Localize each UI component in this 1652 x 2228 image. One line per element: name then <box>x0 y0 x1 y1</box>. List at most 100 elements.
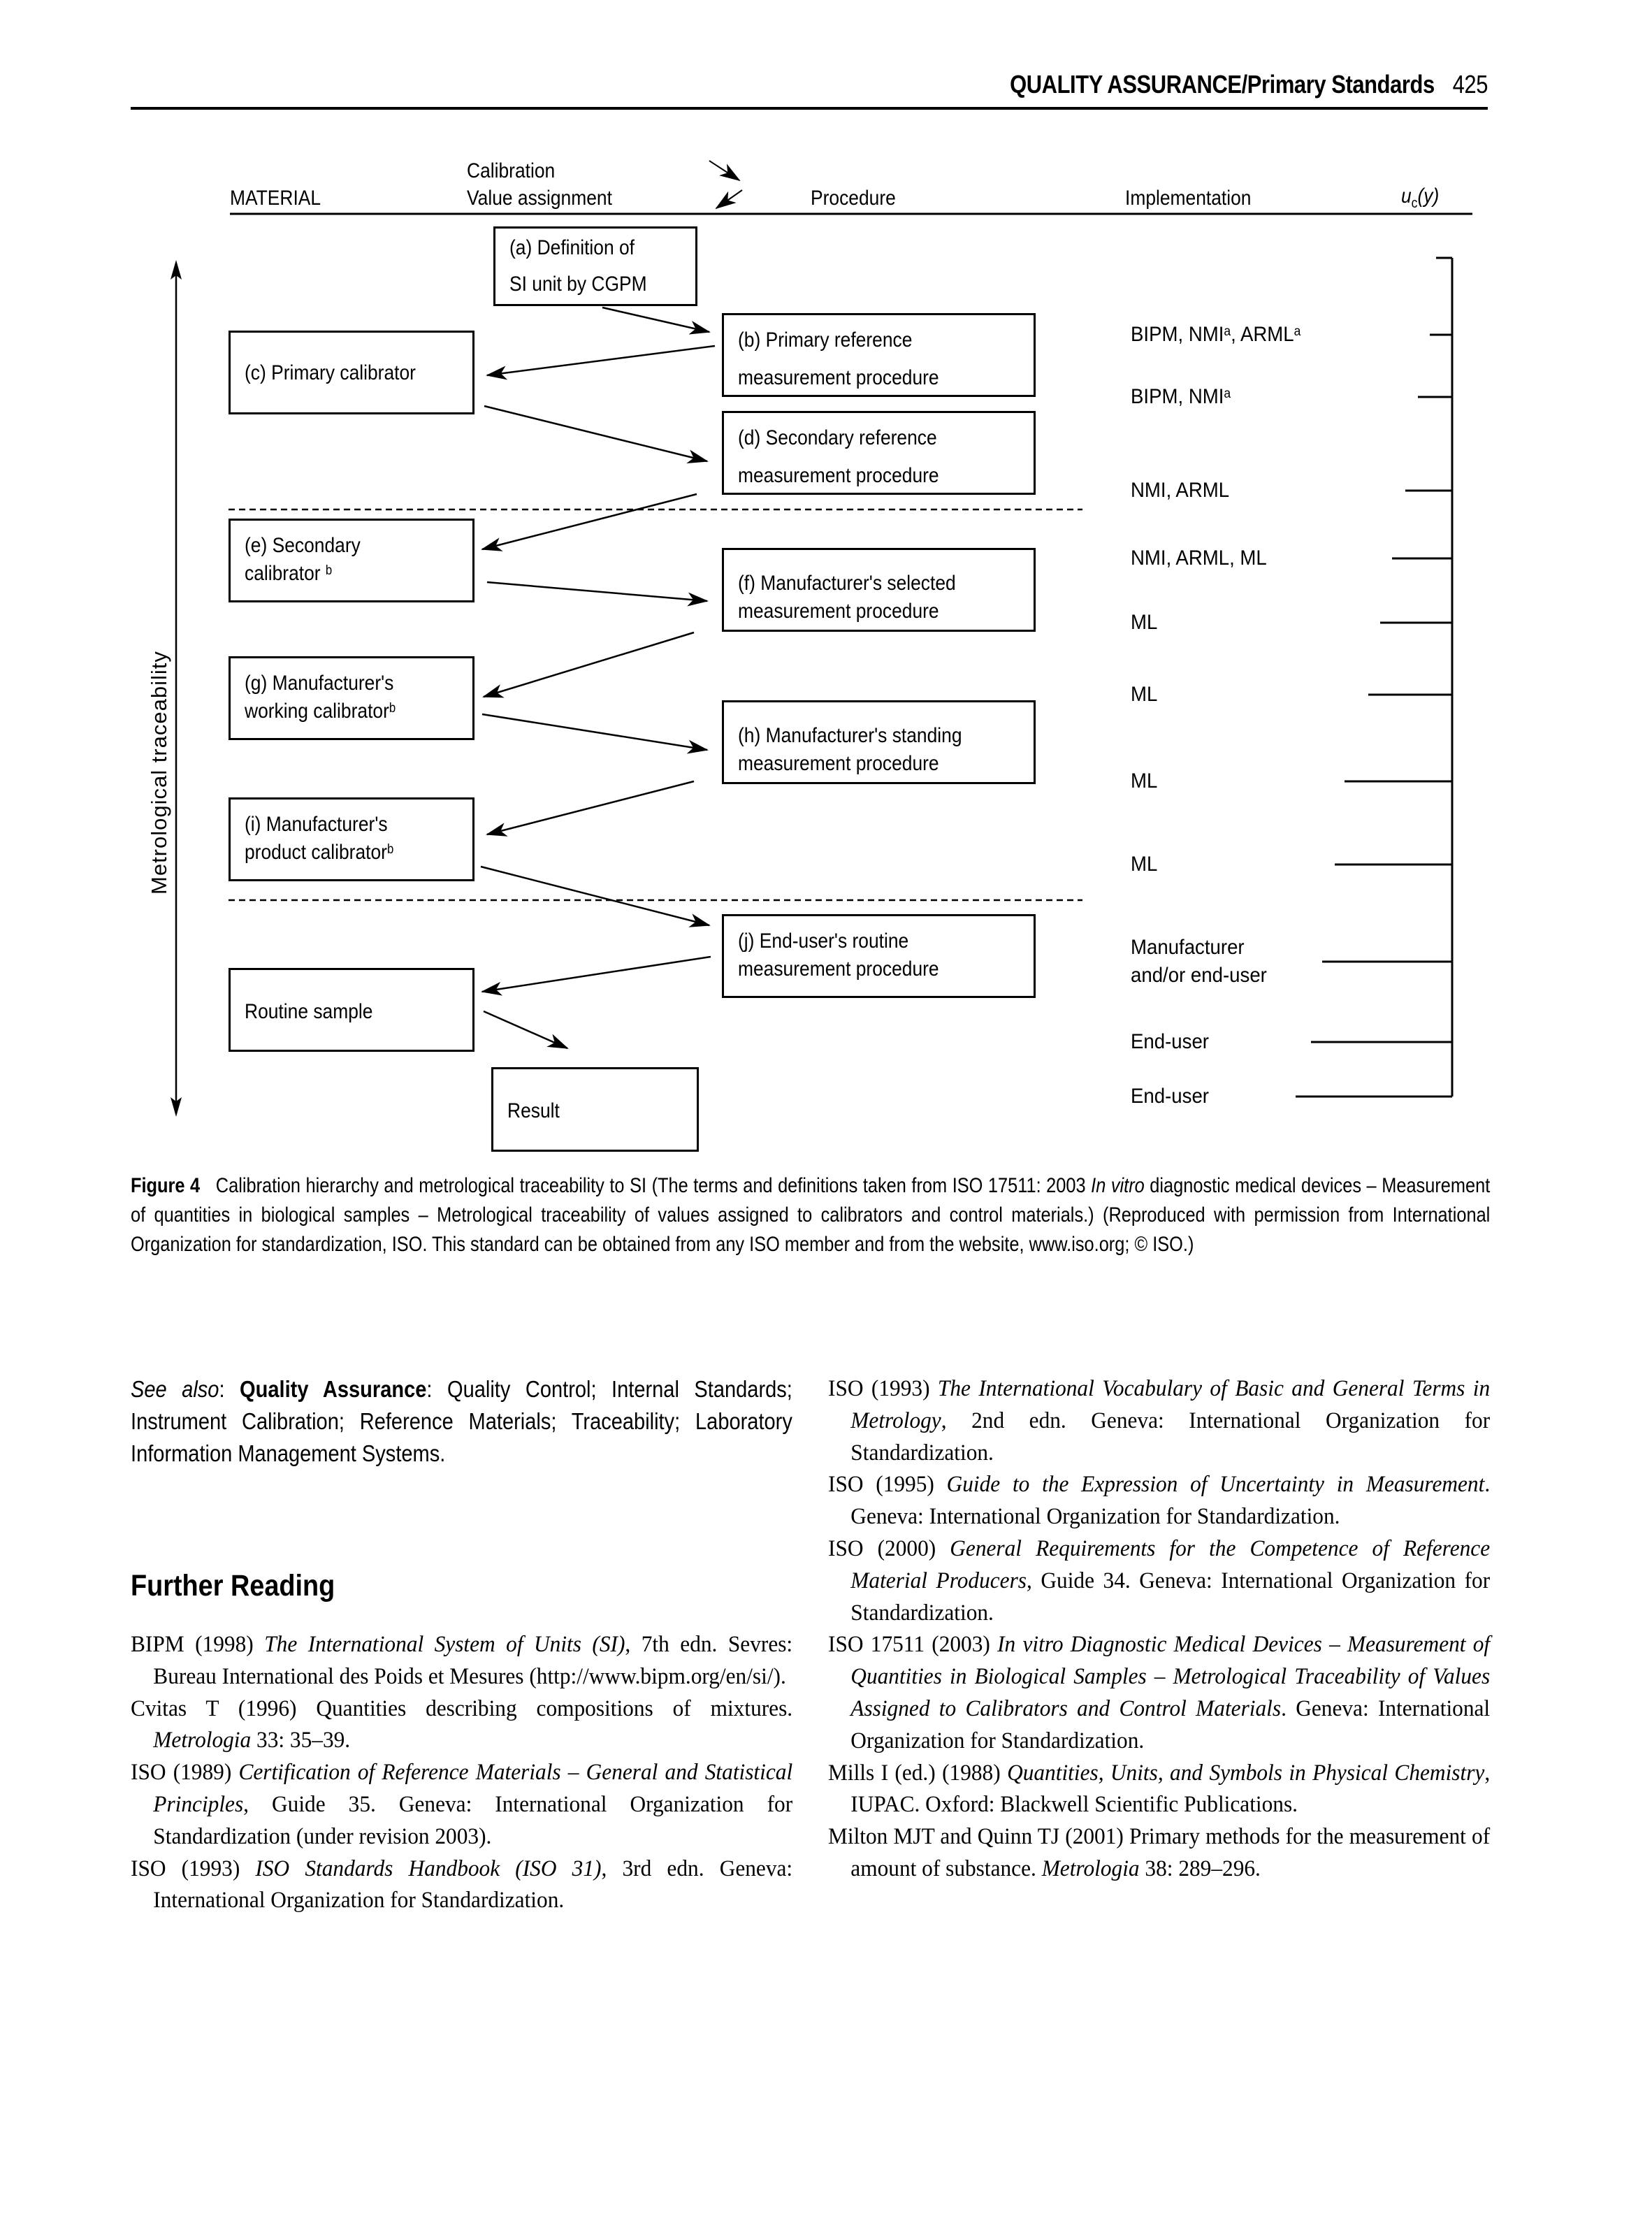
implementation-text: ML <box>1131 683 1158 706</box>
arrow-d-to-e <box>481 493 697 551</box>
arrow-b-to-c <box>486 345 716 380</box>
reference-details: , Guide 35. Geneva: International Organi… <box>153 1791 793 1849</box>
reference-authors: ISO 17511 (2003) <box>828 1632 998 1658</box>
header-arrow-down-left <box>715 189 743 210</box>
footnote-a: a <box>1294 324 1301 339</box>
reference-authors: ISO (1995) <box>828 1472 947 1498</box>
box-h-line2: measurement procedure <box>738 752 939 775</box>
col-header-uncertainty: uc(y) <box>1401 183 1439 217</box>
reference-entry: ISO (1995) Guide to the Expression of Un… <box>828 1469 1490 1533</box>
box-d-line1: (d) Secondary reference <box>738 426 937 449</box>
box-routine-line1: Routine sample <box>245 1000 373 1023</box>
implementation-entry: NMI, ARML <box>1131 471 1229 509</box>
reference-entry: Cvitas T (1996) Quantities describing co… <box>131 1693 792 1758</box>
box-i-line2-text: product calibrator <box>245 841 387 864</box>
reference-entry: ISO (2000) General Requirements for the … <box>828 1533 1490 1629</box>
box-j-line2: measurement procedure <box>738 957 939 981</box>
implementation-text: NMI, ARML, ML <box>1131 547 1267 570</box>
col-header-value-assignment: Value assignment <box>467 187 612 210</box>
footnote-a: a <box>1224 386 1231 401</box>
footnote-b: b <box>325 563 333 578</box>
see-also: See also: Quality Assurance: Quality Con… <box>131 1373 792 1469</box>
box-c-line1: (c) Primary calibrator <box>245 361 416 384</box>
box-h-standing-procedure: (h) Manufacturer's standing measurement … <box>722 700 1036 784</box>
col-header-material: MATERIAL <box>230 187 321 210</box>
box-b-line2: measurement procedure <box>738 366 939 389</box>
box-a-line2: SI unit by CGPM <box>509 273 647 296</box>
arrow-c-to-d <box>484 405 709 463</box>
col-header-procedure: Procedure <box>811 187 896 210</box>
uncertainty-subscript: c <box>1411 196 1418 211</box>
reference-authors: Cvitas T (1996) Quantities describing co… <box>131 1695 793 1721</box>
reference-entry: ISO 17511 (2003) In vitro Diagnostic Med… <box>828 1629 1490 1757</box>
reference-entry: BIPM (1998) The International System of … <box>131 1629 792 1693</box>
reference-authors: BIPM (1998) <box>131 1632 265 1657</box>
implementation-entry: ML <box>1131 762 1157 800</box>
implementation-text-line2: and/or end-user <box>1131 964 1267 987</box>
box-i-product-calibrator: (i) Manufacturer's product calibratorb <box>229 797 474 881</box>
implementation-text: End-user <box>1131 1085 1209 1108</box>
implementation-entry: ML <box>1131 845 1157 883</box>
arrow-routine-to-result <box>483 1010 569 1050</box>
caption-label: Figure 4 <box>131 1174 201 1197</box>
header-arrow-down-right <box>709 160 741 182</box>
see-also-prefix: See also <box>131 1376 219 1402</box>
box-e-line2: calibrator b <box>245 554 332 593</box>
implementation-entry: BIPM, NMIa, ARMLa <box>1131 315 1300 354</box>
box-b-line1: (b) Primary reference <box>738 328 913 352</box>
implementation-entry: ML <box>1131 675 1157 714</box>
reference-title: The International System of Units (SI) <box>264 1632 625 1657</box>
box-b-primary-reference-procedure: (b) Primary reference measurement proced… <box>722 313 1036 397</box>
caption-italic: In vitro <box>1091 1174 1145 1197</box>
further-reading-heading: Further Reading <box>131 1569 335 1603</box>
implementation-entry: Manufacturer and/or end-user <box>1131 934 1267 990</box>
uncertainty-arg: (y) <box>1417 185 1440 208</box>
see-also-colon: : <box>219 1376 240 1402</box>
footnote-b: b <box>389 701 396 716</box>
figure-caption: Figure 4 Calibration hierarchy and metro… <box>131 1171 1490 1259</box>
implementation-text: Manufacturer <box>1131 936 1245 959</box>
reference-title: Quantities, Units, and Symbols in Physic… <box>1007 1760 1485 1786</box>
footnote-a: a <box>1224 324 1231 339</box>
reference-entry: ISO (1993) The International Vocabulary … <box>828 1373 1490 1469</box>
box-f-selected-procedure: (f) Manufacturer's selected measurement … <box>722 548 1036 632</box>
box-d-secondary-reference-procedure: (d) Secondary reference measurement proc… <box>722 411 1036 495</box>
reference-details: 33: 35–39. <box>251 1728 351 1753</box>
implementation-entry: NMI, ARML, ML <box>1131 539 1267 577</box>
box-g-working-calibrator: (g) Manufacturer's working calibratorb <box>229 656 474 740</box>
implementation-entry: ML <box>1131 603 1157 642</box>
arrow-g-to-h <box>481 713 709 754</box>
footnote-b: b <box>386 842 394 857</box>
implementation-text: End-user <box>1131 1030 1209 1053</box>
box-i-line2: product calibratorb <box>245 833 393 871</box>
reference-details: 38: 289–296. <box>1139 1856 1261 1881</box>
reference-entry: Mills I (ed.) (1988) Quantities, Units, … <box>828 1758 1490 1822</box>
box-e-line2-text: calibrator <box>245 562 321 585</box>
arrow-h-to-i <box>486 780 695 837</box>
see-also-link-quality-assurance[interactable]: Quality Assurance <box>240 1376 426 1402</box>
box-a-si-definition: (a) Definition of SI unit by CGPM <box>493 226 697 306</box>
reference-authors: ISO (1989) <box>131 1760 239 1786</box>
arrow-j-to-routine <box>481 955 711 996</box>
reference-authors: Mills I (ed.) (1988) <box>828 1760 1008 1786</box>
implementation-text: BIPM, NMI <box>1131 385 1224 408</box>
caption-text-1: Calibration hierarchy and metrological t… <box>215 1174 1092 1197</box>
box-f-line2: measurement procedure <box>738 600 939 623</box>
arrow-a-to-b <box>602 306 711 335</box>
implementation-entry: End-user <box>1131 1077 1209 1115</box>
implementation-text: ML <box>1131 853 1158 876</box>
reference-entry: ISO (1989) Certification of Reference Ma… <box>131 1757 792 1853</box>
reference-authors: ISO (1993) <box>131 1856 256 1881</box>
implementation-text: NMI, ARML <box>1131 479 1230 502</box>
reference-title: Metrologia <box>153 1728 252 1753</box>
implementation-text: , ARML <box>1231 323 1294 346</box>
implementation-text: BIPM, NMI <box>1131 323 1224 346</box>
box-j-routine-procedure: (j) End-user's routine measurement proce… <box>722 914 1036 998</box>
uncertainty-symbol: u <box>1401 185 1412 208</box>
box-routine-sample: Routine sample <box>229 968 474 1052</box>
box-c-primary-calibrator: (c) Primary calibrator <box>229 331 474 414</box>
arrow-i-to-j <box>480 865 711 927</box>
reference-title: ISO Standards Handbook (ISO 31) <box>255 1856 602 1881</box>
uncertainty-ticks <box>1296 333 1452 1098</box>
box-result: Result <box>491 1067 699 1152</box>
